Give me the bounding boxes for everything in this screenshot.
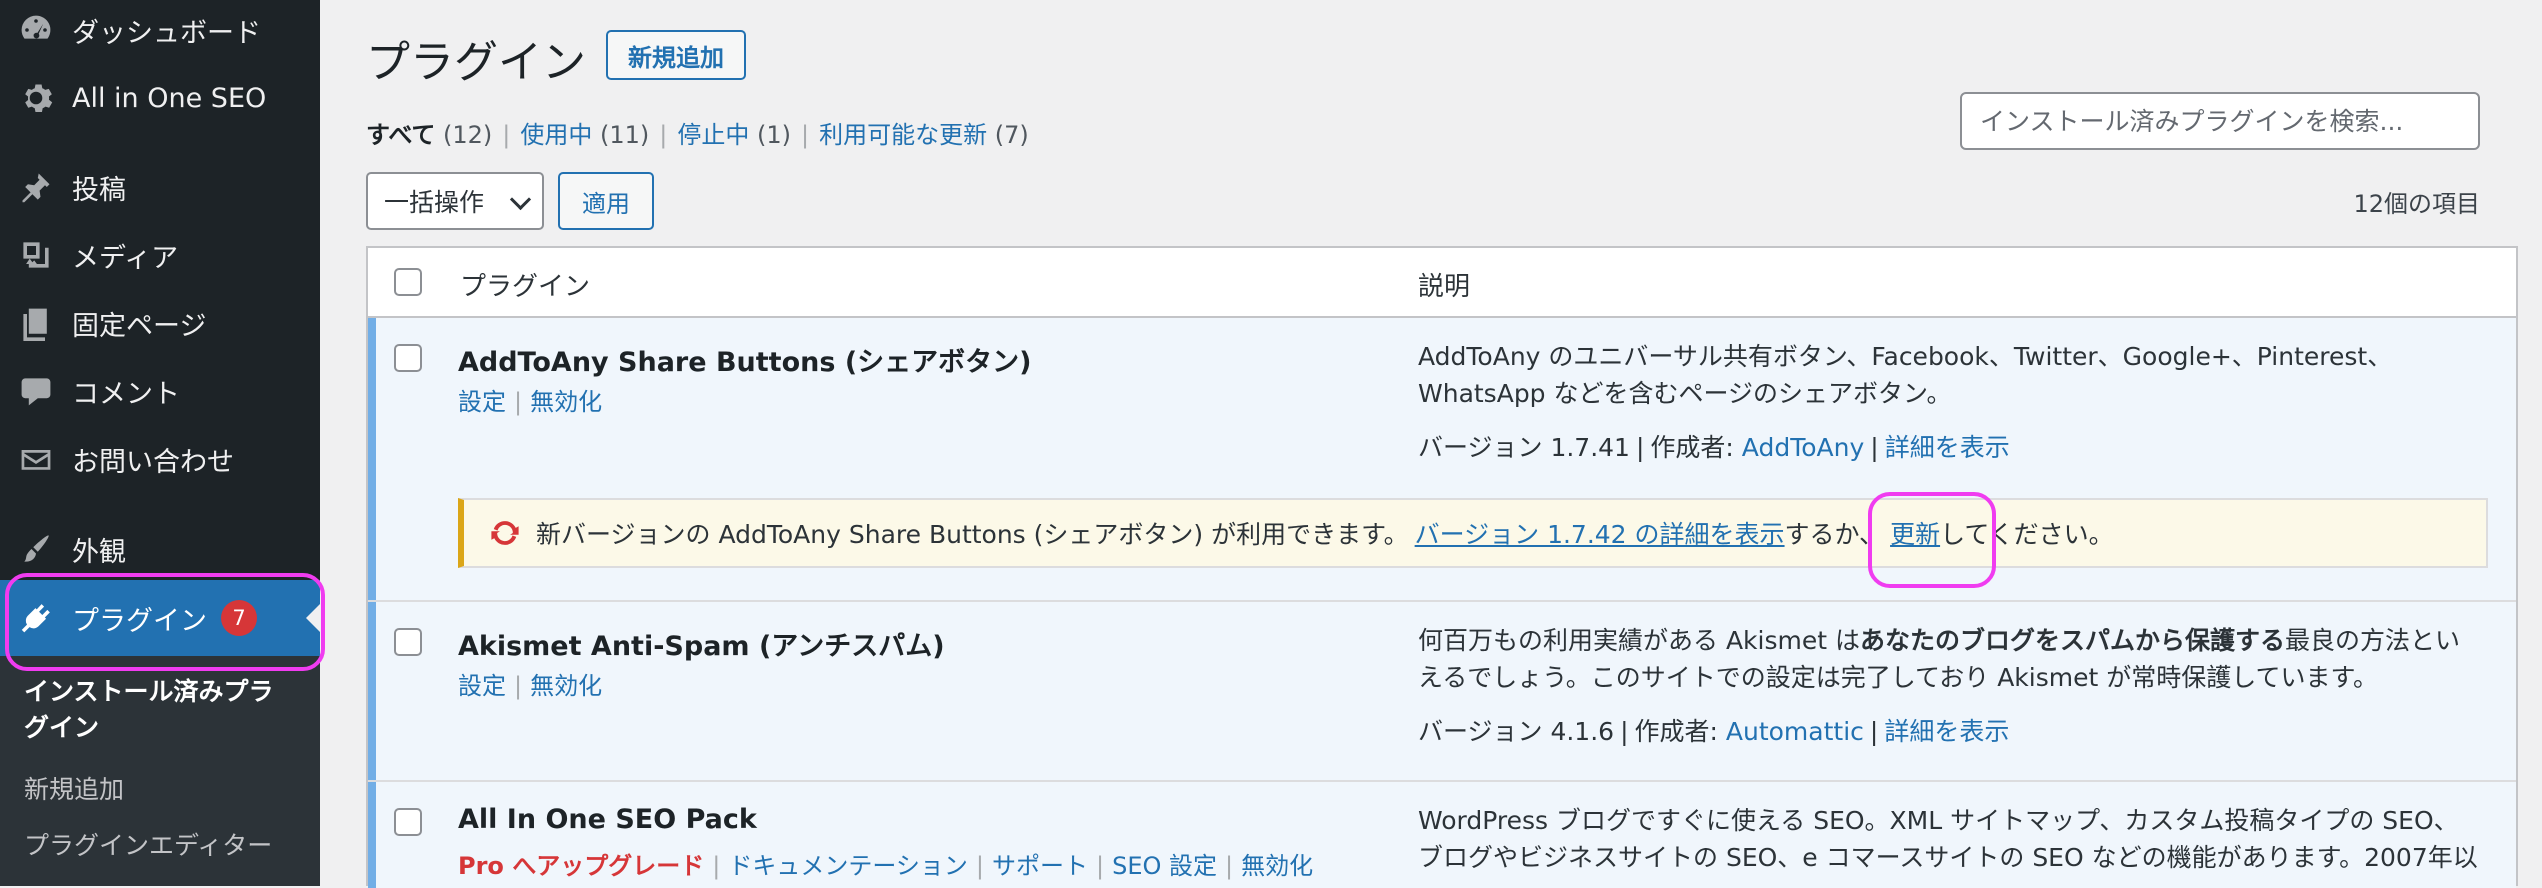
update-notice: 新バージョンの AddToAny Share Buttons (シェアボタン) …: [458, 498, 2488, 568]
details-link[interactable]: 詳細を表示: [1885, 433, 2010, 462]
deactivate-link[interactable]: 無効化: [530, 672, 602, 700]
sidebar-item-contact[interactable]: お問い合わせ: [0, 431, 320, 487]
highlight-update-link: [1868, 492, 1996, 588]
settings-link[interactable]: 設定: [458, 388, 506, 416]
sidebar-item-label: コメント: [72, 378, 180, 410]
plugins-submenu: インストール済みプラ グイン 新規追加 プラグインエディター: [0, 656, 320, 886]
comment-icon: [16, 371, 56, 411]
filter-all[interactable]: すべて: [366, 121, 435, 149]
row-actions: 設定 | 無効化: [458, 388, 603, 416]
sidebar-item-aioseo[interactable]: All in One SEO: [0, 70, 320, 126]
author-link[interactable]: AddToAny: [1742, 433, 1864, 462]
media-icon: [16, 235, 56, 275]
filter-updates[interactable]: 利用可能な更新: [819, 121, 987, 149]
plugin-search-input[interactable]: [1960, 92, 2480, 150]
row-actions: Pro へアップグレード | ドキュメンテーション | サポート | SEO 設定 | 無効化: [458, 852, 1314, 880]
pin-icon: [16, 167, 56, 207]
pages-icon: [16, 303, 56, 343]
submenu-add-new[interactable]: 新規追加: [24, 770, 124, 806]
sidebar-item-label: All in One SEO: [72, 82, 267, 114]
paintbrush-icon: [16, 529, 56, 569]
plugins-table: プラグイン 説明 AddToAny Share Buttons (シェアボタン)…: [366, 246, 2518, 888]
row-checkbox[interactable]: [394, 808, 422, 836]
main-content: プラグイン 新規追加 すべて (12) | 使用中 (11) | 停止中 (1) | 利用可…: [320, 0, 2542, 888]
admin-sidebar: ダッシュボード All in One SEO 投稿 メディア 固定ページ コメン…: [0, 0, 320, 886]
row-actions: 設定 | 無効化: [458, 672, 603, 700]
deactivate-link[interactable]: 無効化: [530, 388, 602, 416]
sidebar-item-appearance[interactable]: 外観: [0, 521, 320, 577]
deactivate-link[interactable]: 無効化: [1241, 852, 1313, 880]
table-header: プラグイン 説明: [368, 248, 2516, 318]
plugin-meta: バージョン 4.1.6 | 作成者: Automattic | 詳細を表示: [1418, 717, 2010, 746]
version-details-link[interactable]: バージョン 1.7.42 の詳細を表示: [1415, 515, 1785, 551]
select-all-checkbox[interactable]: [394, 268, 422, 296]
sidebar-item-pages[interactable]: 固定ページ: [0, 295, 320, 351]
row-checkbox[interactable]: [394, 628, 422, 656]
dashboard-icon: [16, 10, 56, 50]
settings-link[interactable]: 設定: [458, 672, 506, 700]
sidebar-item-dashboard[interactable]: ダッシュボード: [0, 2, 320, 58]
documentation-link[interactable]: ドキュメンテーション: [728, 852, 968, 880]
status-filters: すべて (12) | 使用中 (11) | 停止中 (1) | 利用可能な更新 (7): [366, 121, 1029, 149]
plugin-description: AddToAny のユニバーサル共有ボタン、Facebook、Twitter、G…: [1418, 342, 2393, 408]
plugin-description: 何百万もの利用実績がある Akismet はあなたのブログをスパムから保護する最…: [1418, 626, 2461, 692]
plugin-meta: バージョン 1.7.41 | 作成者: AddToAny | 詳細を表示: [1418, 433, 2010, 462]
items-count: 12個の項目: [2353, 190, 2480, 218]
details-link[interactable]: 詳細を表示: [1884, 717, 2009, 746]
sidebar-item-media[interactable]: メディア: [0, 227, 320, 283]
sidebar-item-label: 投稿: [72, 174, 126, 206]
sidebar-item-comments[interactable]: コメント: [0, 363, 320, 419]
column-header-plugin: プラグイン: [460, 272, 591, 302]
add-new-plugin-button[interactable]: 新規追加: [606, 30, 746, 80]
bulk-action-select[interactable]: 一括操作: [366, 172, 544, 230]
filter-active[interactable]: 使用中: [520, 121, 592, 149]
sidebar-item-label: 固定ページ: [72, 310, 207, 342]
plugin-description: WordPress ブログですぐに使える SEO。XML サイトマップ、カスタム…: [1418, 806, 2478, 872]
plugin-name: All In One SEO Pack: [458, 804, 757, 835]
sidebar-item-label: ダッシュボード: [72, 17, 261, 49]
filter-inactive[interactable]: 停止中: [677, 121, 749, 149]
row-checkbox[interactable]: [394, 344, 422, 372]
apply-button[interactable]: 適用: [558, 172, 654, 230]
gear-icon: [16, 78, 56, 118]
sidebar-item-label: 外観: [72, 536, 126, 568]
mail-icon: [16, 439, 56, 479]
chevron-down-icon: [509, 188, 532, 211]
page-title: プラグイン: [366, 37, 586, 88]
table-row: All In One SEO Pack Pro へアップグレード | ドキュメンテー…: [368, 782, 2516, 888]
submenu-installed-plugins[interactable]: インストール済みプラ グイン: [24, 674, 274, 746]
submenu-plugin-editor[interactable]: プラグインエディター: [24, 826, 272, 862]
update-icon: [491, 521, 519, 545]
support-link[interactable]: サポート: [992, 852, 1088, 880]
sidebar-item-posts[interactable]: 投稿: [0, 159, 320, 215]
seo-settings-link[interactable]: SEO 設定: [1112, 852, 1217, 880]
plugin-name: Akismet Anti-Spam (アンチスパム): [458, 631, 945, 662]
upgrade-pro-link[interactable]: Pro へアップグレード: [458, 852, 704, 880]
sidebar-item-label: メディア: [72, 242, 179, 274]
author-link[interactable]: Automattic: [1726, 717, 1864, 746]
column-header-description: 説明: [1418, 272, 1471, 302]
highlight-plugins-menu: [5, 573, 325, 671]
sidebar-item-label: お問い合わせ: [72, 446, 234, 478]
plugin-name: AddToAny Share Buttons (シェアボタン): [458, 347, 1032, 378]
table-row: Akismet Anti-Spam (アンチスパム) 設定 | 無効化 何百万もの利…: [368, 602, 2516, 780]
